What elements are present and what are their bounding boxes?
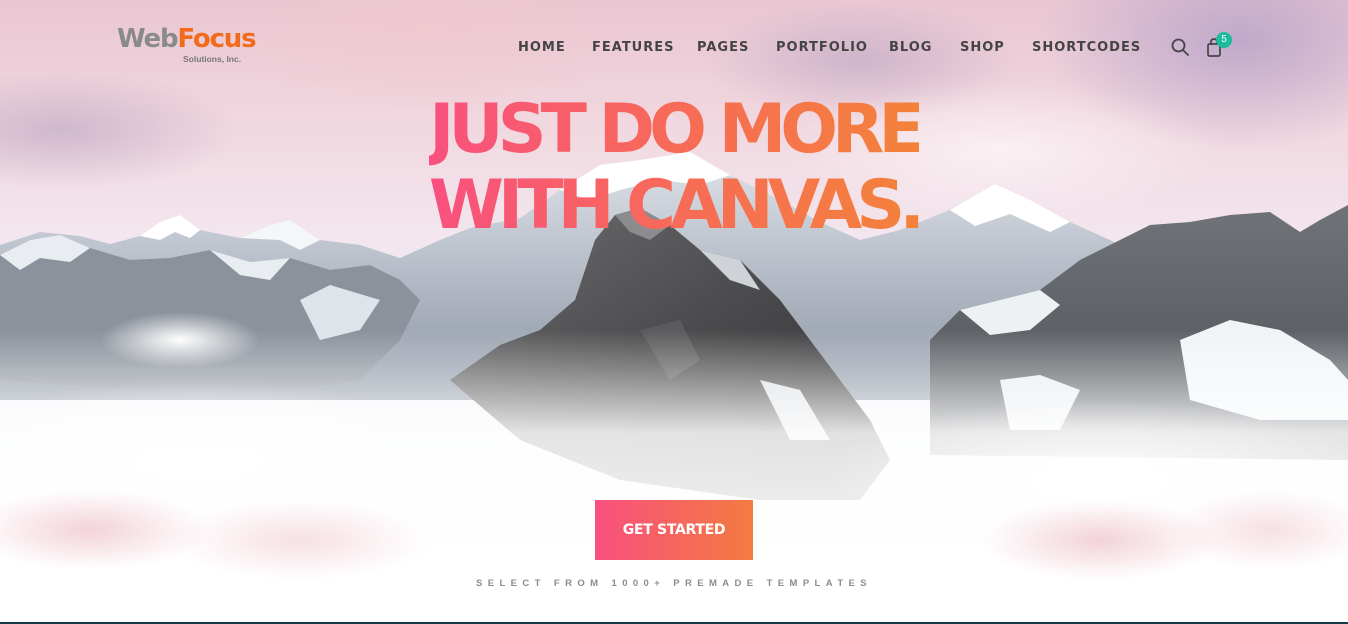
logo-wordmark: WebFocus bbox=[117, 24, 257, 54]
hero-headline-line-2-text: WITH CANVAS. bbox=[428, 166, 925, 245]
nav-item-shortcodes[interactable]: SHORTCODES bbox=[1032, 39, 1141, 57]
hero-headline-line-1: JUST DO MORE bbox=[0, 92, 1348, 168]
get-started-button[interactable]: GET STARTED bbox=[595, 500, 753, 560]
nav-item-home[interactable]: HOME bbox=[518, 39, 566, 57]
hero-headline-line-1-text: JUST DO MORE bbox=[429, 90, 925, 169]
hero-subtext: SELECT FROM 1000+ PREMADE TEMPLATES bbox=[475, 578, 872, 589]
nav-item-portfolio[interactable]: PORTFOLIO bbox=[776, 39, 868, 57]
hero-headline-line-2: WITH CANVAS. bbox=[0, 168, 1348, 244]
nav-item-shop[interactable]: SHOP bbox=[960, 39, 1005, 57]
logo-word-web: Web bbox=[117, 24, 179, 54]
nav-item-pages[interactable]: PAGES bbox=[697, 39, 749, 57]
brand-logo[interactable]: WebFocus Solutions, Inc. bbox=[117, 24, 257, 68]
search-icon[interactable] bbox=[1170, 37, 1190, 57]
site-header: WebFocus Solutions, Inc. HOME FEATURES P… bbox=[0, 0, 1348, 95]
nav-item-blog[interactable]: BLOG bbox=[889, 39, 932, 57]
cart-count-badge: 5 bbox=[1216, 32, 1232, 48]
logo-tagline: Solutions, Inc. bbox=[183, 54, 242, 64]
hero-section: WebFocus Solutions, Inc. HOME FEATURES P… bbox=[0, 0, 1348, 624]
logo-word-focus: Focus bbox=[177, 24, 256, 54]
nav-item-features[interactable]: FEATURES bbox=[592, 39, 675, 57]
